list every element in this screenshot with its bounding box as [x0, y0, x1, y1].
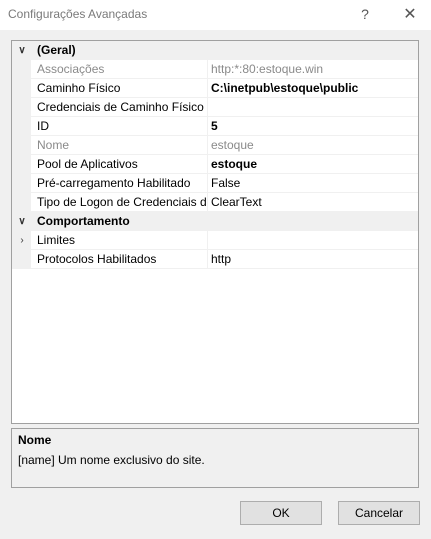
property-name: Pool de Aplicativos: [37, 157, 138, 171]
property-name: Associações: [37, 62, 105, 76]
property-row-nome[interactable]: Nome estoque: [12, 136, 418, 155]
ok-button[interactable]: OK: [240, 501, 322, 525]
property-row-pool[interactable]: Pool de Aplicativos estoque: [12, 155, 418, 174]
property-value[interactable]: [211, 98, 416, 117]
description-title: Nome: [18, 433, 52, 447]
property-row-tipo-logon[interactable]: Tipo de Logon de Credenciais de Caminho …: [12, 193, 418, 212]
property-name: Pré-carregamento Habilitado: [37, 176, 191, 190]
property-row-limites[interactable]: › Limites: [12, 231, 418, 250]
property-name: Caminho Físico: [37, 81, 121, 95]
property-name: Nome: [37, 138, 70, 152]
category-comportamento[interactable]: ∨ Comportamento: [12, 212, 418, 231]
property-value[interactable]: estoque: [211, 155, 416, 174]
property-value[interactable]: http:*:80:estoque.win: [211, 60, 416, 79]
category-label: Comportamento: [37, 214, 130, 228]
property-row-precarregamento[interactable]: Pré-carregamento Habilitado False: [12, 174, 418, 193]
property-row-caminho-fisico[interactable]: Caminho Físico C:\inetpub\estoque\public: [12, 79, 418, 98]
property-grid[interactable]: ∨ (Geral) Associações http:*:80:estoque.…: [11, 40, 419, 424]
chevron-right-icon[interactable]: ›: [15, 231, 29, 250]
category-geral[interactable]: ∨ (Geral): [12, 41, 418, 60]
close-button[interactable]: ✕: [390, 0, 430, 28]
property-row-credenciais[interactable]: Credenciais de Caminho Físico: [12, 98, 418, 117]
property-name: Limites: [37, 233, 76, 247]
property-value[interactable]: [211, 231, 416, 250]
property-value[interactable]: estoque: [211, 136, 416, 155]
property-value[interactable]: ClearText: [211, 193, 416, 212]
property-value[interactable]: 5: [211, 117, 416, 136]
description-panel: Nome [name] Um nome exclusivo do site.: [11, 428, 419, 488]
property-row-associacoes[interactable]: Associações http:*:80:estoque.win: [12, 60, 418, 79]
property-name: Tipo de Logon de Credenciais de Caminho …: [37, 195, 207, 209]
property-row-protocolos[interactable]: Protocolos Habilitados http: [12, 250, 418, 269]
property-value[interactable]: False: [211, 174, 416, 193]
window-title: Configurações Avançadas: [8, 7, 148, 21]
help-button[interactable]: ?: [345, 0, 385, 28]
property-value[interactable]: C:\inetpub\estoque\public: [211, 79, 416, 98]
title-bar: Configurações Avançadas ? ✕: [0, 0, 431, 30]
category-label: (Geral): [37, 43, 76, 57]
chevron-down-icon[interactable]: ∨: [15, 41, 29, 60]
cancel-button[interactable]: Cancelar: [338, 501, 420, 525]
property-name: Protocolos Habilitados: [37, 252, 157, 266]
property-row-id[interactable]: ID 5: [12, 117, 418, 136]
property-value[interactable]: http: [211, 250, 416, 269]
property-name: ID: [37, 119, 49, 133]
chevron-down-icon[interactable]: ∨: [15, 212, 29, 231]
description-text: [name] Um nome exclusivo do site.: [18, 453, 205, 467]
property-name: Credenciais de Caminho Físico: [37, 100, 204, 114]
